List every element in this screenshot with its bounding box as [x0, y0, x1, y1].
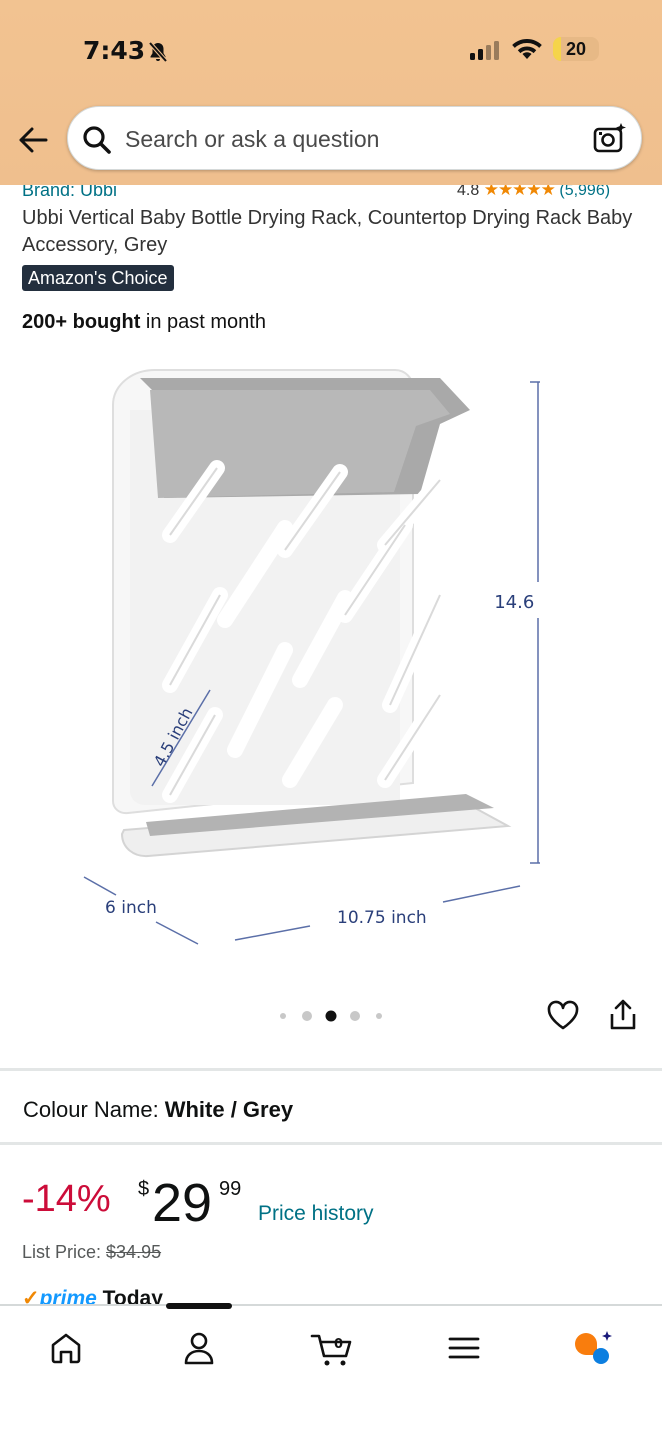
menu-icon[interactable]	[447, 1330, 481, 1371]
prime-check-icon: ✓	[22, 1287, 40, 1304]
battery-level: 20	[565, 39, 587, 59]
carousel-dot	[280, 1013, 286, 1019]
amazons-choice-badge[interactable]: Amazon's Choice	[22, 265, 174, 291]
cart-icon[interactable]: 0	[310, 1330, 354, 1373]
bell-muted-icon	[146, 40, 170, 69]
search-icon	[82, 125, 112, 160]
search-input[interactable]	[123, 121, 567, 157]
dimension-height-label: 14.6 inch	[494, 592, 540, 613]
prime-delivery: ✓prime Today	[22, 1286, 163, 1304]
discount-percent: -14%	[22, 1178, 111, 1220]
product-image[interactable]: 14.6 inch 4.5 inch 6 inch 10.75 inch	[60, 350, 578, 965]
share-icon[interactable]	[609, 999, 637, 1036]
account-icon[interactable]	[181, 1330, 217, 1371]
heart-icon[interactable]	[547, 1000, 579, 1035]
list-price-label: List Price:	[22, 1242, 107, 1262]
price-history-link[interactable]: Price history	[258, 1202, 374, 1226]
section-divider	[0, 1142, 662, 1145]
prime-logo: prime	[39, 1287, 97, 1304]
carousel-dot	[302, 1011, 312, 1021]
bought-count: 200+ bought	[22, 311, 141, 333]
search-bar[interactable]	[67, 106, 642, 170]
back-arrow-icon[interactable]	[16, 124, 50, 161]
price-currency: $	[138, 1178, 150, 1200]
carousel-dot	[376, 1013, 382, 1019]
list-price: List Price: $34.95	[22, 1242, 161, 1263]
carousel-indicator[interactable]	[279, 1009, 389, 1028]
colour-label: Colour Name:	[23, 1097, 159, 1122]
carousel-dot	[350, 1011, 360, 1021]
bottom-nav: 0	[0, 1304, 662, 1440]
list-price-value: $34.95	[106, 1242, 162, 1262]
battery-indicator: 20	[553, 37, 599, 61]
svg-text:0: 0	[334, 1337, 343, 1352]
wifi-icon	[512, 38, 542, 65]
bottom-sheet-handle[interactable]	[166, 1303, 232, 1309]
price-fraction: 99	[219, 1178, 242, 1200]
bought-in-past-month: 200+ bought in past month	[22, 311, 266, 334]
drying-rack-illustration	[112, 369, 512, 858]
camera-lens-icon[interactable]	[593, 123, 627, 160]
app-header: 7:43 20	[0, 0, 662, 185]
carousel-dot-active	[325, 1010, 337, 1022]
cell-signal-icon	[470, 40, 502, 65]
product-title: Ubbi Vertical Baby Bottle Drying Rack, C…	[22, 207, 633, 256]
rufus-assistant-icon[interactable]	[571, 1330, 615, 1373]
home-icon[interactable]	[48, 1330, 84, 1371]
delivery-text: Today	[96, 1287, 163, 1304]
price-whole: 29	[152, 1173, 213, 1233]
section-divider	[0, 1068, 662, 1071]
dimension-width-label: 10.75 inch	[337, 908, 427, 928]
bought-suffix: in past month	[140, 311, 266, 333]
colour-variation[interactable]: Colour Name: White / Grey	[23, 1097, 293, 1123]
status-bar: 7:43 20	[0, 0, 662, 100]
status-time: 7:43	[83, 36, 146, 65]
colour-value: White / Grey	[164, 1097, 294, 1122]
dimension-depth-label: 6 inch	[105, 898, 157, 918]
